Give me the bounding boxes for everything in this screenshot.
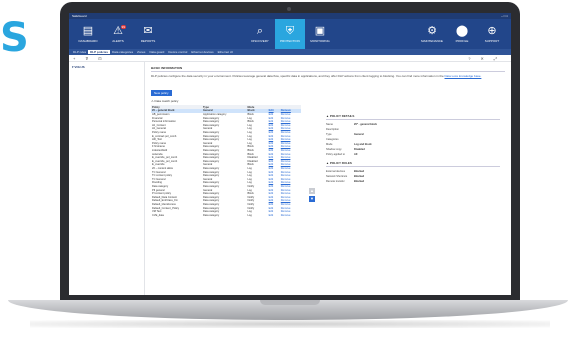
policy-details-heading-text: POLICY DETAILS (329, 114, 355, 118)
alert-count-badge: 99 (120, 25, 126, 29)
maintenance-button[interactable]: ⚙ MAINTENANCE (417, 19, 447, 49)
ribbon-label: DISCOVERY (251, 38, 269, 43)
protection-icon: ⛨ (285, 24, 295, 37)
support-icon: ⊕ (487, 24, 497, 37)
move-buttons: ▲ ▼ (309, 188, 315, 202)
description-text: DLP policies configure the data security… (151, 74, 444, 78)
detail-key: Remote transfer (326, 180, 345, 183)
policy-rules-heading: ▲ POLICY RULES (326, 161, 500, 167)
brand-letter: S (0, 15, 29, 61)
add-icon[interactable]: + (73, 56, 75, 61)
alerts-button[interactable]: ⚠ ALERTS 99 (103, 19, 133, 49)
profile-icon: ⬤ (455, 24, 469, 37)
discovery-icon: ⌕ (256, 24, 264, 37)
laptop-shadow (30, 320, 550, 328)
policy-list-title-text: Data match policy (154, 99, 179, 103)
filter-icon[interactable]: ⊽ (85, 56, 88, 61)
knowledge-base-link[interactable]: Data Loss knowledge base. (445, 74, 482, 78)
tab-zones[interactable]: Zones (135, 50, 147, 54)
support-button[interactable]: ⊕ SUPPORT (477, 19, 507, 49)
protection-button[interactable]: ⛨ PROTECTION (275, 19, 305, 49)
expand-icon[interactable]: ⤢ (494, 56, 497, 61)
content-panel: BASIC INFORMATION DLP policies configure… (145, 62, 511, 295)
policy-details-panel: ▲ POLICY DETAILS Name 20* - general block… (326, 114, 500, 184)
table-cell: CVE_data (152, 213, 164, 217)
window-controls[interactable]: – □ × (501, 14, 508, 18)
table-cell: Data category (203, 213, 220, 217)
app-title: SafeGuard (72, 14, 87, 18)
ribbon-label: ALERTS (112, 38, 124, 43)
main-area: ▾ VOLUS BASIC INFORMATION DLP policies c… (69, 62, 511, 295)
maintenance-icon: ⚙ (427, 24, 437, 37)
tab-ethernet-ctl[interactable]: Ethernet ctl (216, 50, 235, 54)
tab-device-control[interactable]: Device control (166, 50, 189, 54)
detail-value: All (354, 153, 358, 156)
ribbon-label: MONITORING (310, 38, 330, 43)
move-down-button[interactable]: ▼ (309, 196, 315, 202)
ribbon-label: PROFILE (455, 38, 469, 43)
edit-link[interactable]: Edit (268, 213, 280, 217)
monitoring-icon: ▣ (314, 24, 326, 37)
close-icon[interactable]: ✕ (480, 56, 483, 61)
tab-data-categories[interactable]: Data categories (110, 50, 135, 54)
table-row[interactable]: CVE_data Data category Log Edit Remove (151, 213, 301, 217)
dashboard-icon: ▤ (82, 24, 94, 37)
policy-details-fields: Name 20* - general block Description Type Ge… (326, 122, 500, 157)
table-cell: Log (247, 213, 252, 217)
tab-ethernet-devices[interactable]: Ethernet devices (189, 50, 215, 54)
remove-link[interactable]: Remove (280, 213, 301, 217)
ribbon-label: PROTECTION (280, 38, 300, 43)
dashboard-button[interactable]: ▤ DASHBOARD (73, 19, 103, 49)
policy-rules-heading-text: POLICY RULES (329, 161, 352, 165)
export-icon[interactable]: ⊡ (98, 56, 101, 61)
detail-row: Remote transfer Blocked (326, 179, 500, 184)
policy-details-heading: ▲ POLICY DETAILS (326, 114, 500, 120)
basic-info-heading: BASIC INFORMATION (151, 66, 505, 72)
help-icon[interactable]: ? (468, 56, 470, 61)
monitoring-button[interactable]: ▣ MONITORING (305, 19, 335, 49)
laptop-notch (260, 300, 320, 305)
tree-root[interactable]: ▾ VOLUS (72, 65, 141, 69)
profile-button[interactable]: ⬤ PROFILE (447, 19, 477, 49)
ribbon-label: REPORTS (140, 38, 156, 43)
detail-row: Policy applied to All (326, 152, 500, 157)
tab-dlp-rules[interactable]: DLP rules (71, 50, 88, 54)
tab-dlp-policies[interactable]: DLP policies (88, 50, 111, 54)
app-window: SafeGuard – □ × ▤ DASHBOARD ⚠ ALERTS 99 ✉ REPO… (69, 13, 511, 295)
policy-list-title: ⚠ Data match policy (151, 99, 179, 103)
action-toolbar: + ⊽ ⊡? ✕ ⤢ (69, 55, 511, 62)
table-body: 20 – general block General Block Edit Remove… (151, 109, 301, 217)
detail-value: Blocked (354, 180, 365, 183)
new-policy-button[interactable]: New policy (151, 90, 172, 96)
basic-info-description: DLP policies configure the data security… (151, 74, 505, 78)
discovery-button[interactable]: ⌕ DISCOVERY (245, 19, 275, 49)
ribbon-toolbar: ▤ DASHBOARD ⚠ ALERTS 99 ✉ REPORTS ⌕ DISCOVERY ⛨ PR… (69, 19, 511, 49)
policy-rules-fields: External devices Blocked Network Shortcuts… (326, 169, 500, 184)
move-up-button[interactable]: ▲ (309, 188, 315, 194)
reports-icon: ✉ (143, 24, 153, 37)
reports-button[interactable]: ✉ REPORTS (133, 19, 163, 49)
ribbon-label: MAINTENANCE (421, 38, 443, 43)
laptop-mockup: S SafeGuard – □ × ▤ DASHBOARD ⚠ ALERTS 99 ✉ RE… (0, 0, 573, 338)
ribbon-label: SUPPORT (484, 38, 500, 43)
detail-key: Policy applied to (326, 153, 345, 156)
policy-table: Policy Type Mode 20 – general block General… (151, 105, 301, 217)
ribbon-label: DASHBOARD (78, 38, 98, 43)
detail-value: General (354, 133, 364, 136)
detail-value: 20* - general block (354, 123, 377, 126)
camera-dot (287, 7, 291, 11)
left-panel: ▾ VOLUS (69, 62, 145, 295)
tab-data-guard[interactable]: Data guard (147, 50, 166, 54)
